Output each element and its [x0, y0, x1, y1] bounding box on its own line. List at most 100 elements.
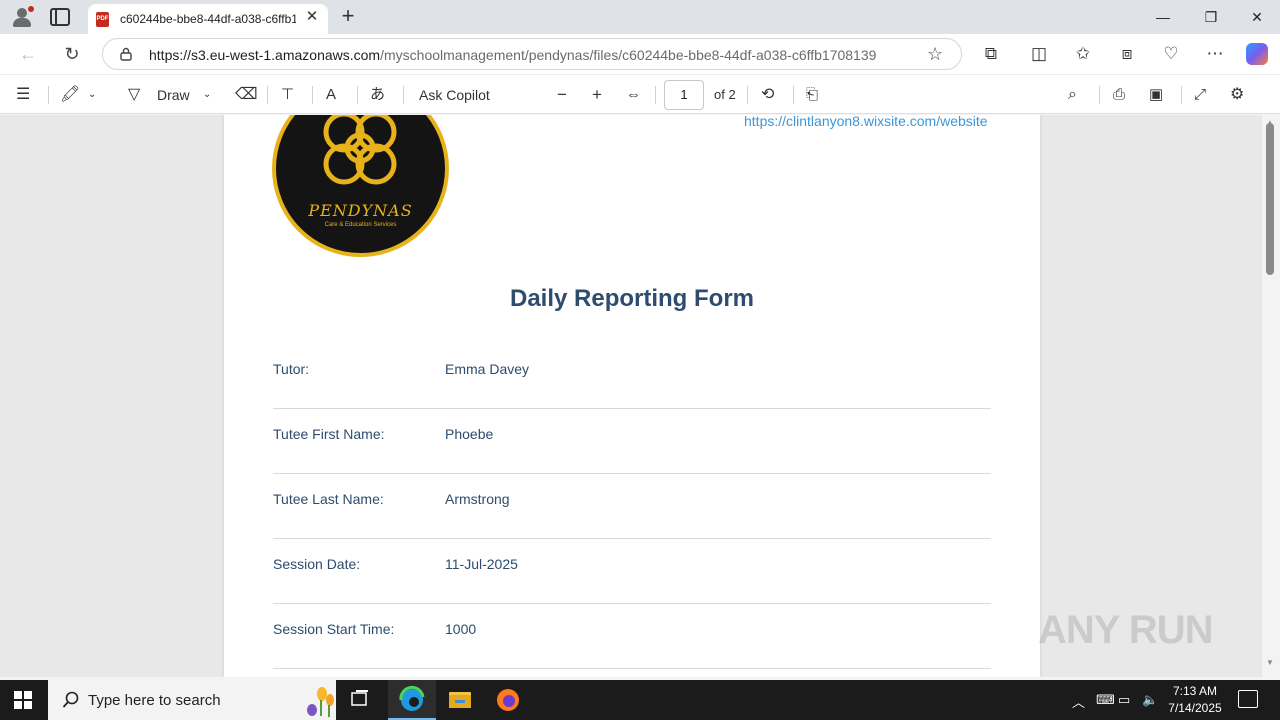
logo-brand-text: PENDYNAS — [308, 201, 413, 220]
pdf-toolbar: ☰ 🖍 ⌄ ▽ Draw ⌄ ⌫ ⊤ A あ Ask Copilot − + ⇔… — [0, 74, 1280, 114]
field-value: Armstrong — [445, 491, 510, 507]
favorites-icon[interactable]: ✩ — [1072, 43, 1094, 65]
form-row-tutee-first-name: Tutee First Name: Phoebe — [273, 409, 991, 474]
toolbar-divider — [655, 86, 656, 104]
taskbar-clock[interactable]: 7:13 AM 7/14/2025 — [1160, 683, 1230, 717]
url-text[interactable]: https://s3.eu-west-1.amazonaws.com/mysch… — [149, 47, 909, 63]
back-icon[interactable]: ← — [16, 42, 40, 66]
draw-icon[interactable]: ▽ — [128, 84, 140, 106]
page-view-icon[interactable]: ⎗ — [806, 84, 818, 106]
url-path: /myschoolmanagement/pendynas/files/c6024… — [380, 47, 877, 63]
tab-title: c60244be-bbe8-44df-a038-c6ffb1708139 — [120, 12, 296, 26]
pdf-viewer-area[interactable]: PENDYNAS Care & Education Services https… — [0, 115, 1262, 677]
profile-icon[interactable] — [10, 6, 34, 28]
network-icon[interactable]: ▭ — [1118, 692, 1130, 708]
add-text-icon[interactable]: ⊤ — [281, 84, 294, 106]
save-icon[interactable]: ▣ — [1149, 84, 1163, 106]
copilot-icon[interactable] — [1246, 43, 1268, 65]
refresh-icon[interactable]: ↻ — [60, 42, 84, 66]
browser-tab-strip: PDF c60244be-bbe8-44df-a038-c6ffb1708139… — [0, 0, 1280, 34]
toolbar-divider — [403, 86, 404, 104]
field-value: 1000 — [445, 621, 477, 637]
collections-icon[interactable]: ⧈ — [1116, 43, 1138, 65]
field-label: Session Date: — [273, 556, 361, 572]
draw-options-chevron-icon[interactable]: ⌄ — [203, 84, 211, 106]
fullscreen-icon[interactable]: ⤢ — [1194, 84, 1206, 106]
read-aloud-icon[interactable]: A — [326, 84, 336, 106]
split-screen-icon[interactable]: ◫ — [1028, 43, 1050, 65]
field-value: Phoebe — [445, 426, 494, 442]
rotate-icon[interactable]: ⟲ — [761, 84, 774, 106]
ask-copilot-button[interactable]: Ask Copilot — [419, 84, 490, 106]
toolbar-divider — [357, 86, 358, 104]
fit-to-page-icon[interactable]: ⇔ — [626, 84, 641, 106]
notifications-icon[interactable] — [1238, 690, 1258, 708]
field-value: 11-Jul-2025 — [445, 556, 518, 572]
tab-actions-icon[interactable] — [50, 8, 70, 26]
file-explorer-icon[interactable] — [436, 680, 484, 720]
scrollbar-thumb[interactable] — [1266, 123, 1274, 275]
logo-subtitle-text: Care & Education Services — [324, 222, 397, 228]
form-row-session-start-time: Session Start Time: 1000 — [273, 604, 991, 669]
edge-taskbar-icon[interactable] — [388, 680, 436, 720]
new-tab-icon[interactable]: + — [338, 5, 358, 27]
print-icon[interactable]: ⎙ — [1113, 84, 1125, 106]
search-icon[interactable]: ⌕ — [1068, 84, 1077, 106]
field-value: Emma Davey — [445, 361, 530, 377]
scroll-down-icon[interactable]: ▼ — [1266, 658, 1274, 667]
more-menu-icon[interactable]: ⋯ — [1204, 43, 1226, 65]
windows-taskbar: Type here to search ︿ ⌨ ▭ 🔈 7:13 AM 7/14… — [0, 680, 1280, 720]
search-highlight-flowers-icon — [307, 687, 334, 717]
eraser-icon[interactable]: ⌫ — [235, 84, 258, 106]
windows-start-icon[interactable] — [14, 691, 32, 709]
close-window-icon[interactable]: ✕ — [1234, 6, 1280, 28]
form-row-tutee-last-name: Tutee Last Name: Armstrong — [273, 474, 991, 539]
anyrun-watermark: ANY RUN — [1038, 608, 1214, 652]
contents-icon[interactable]: ☰ — [16, 84, 30, 106]
form-title: Daily Reporting Form — [509, 285, 755, 312]
form-row-session-date: Session Date: 11-Jul-2025 — [273, 539, 991, 604]
field-label: Tutee First Name: — [273, 426, 385, 442]
highlight-options-chevron-icon[interactable]: ⌄ — [88, 84, 96, 106]
taskbar-search-placeholder: Type here to search — [88, 692, 221, 709]
toolbar-divider — [312, 86, 313, 104]
browser-tab-active[interactable]: PDF c60244be-bbe8-44df-a038-c6ffb1708139… — [88, 4, 328, 34]
search-icon — [62, 691, 79, 708]
toolbar-divider — [793, 86, 794, 104]
firefox-icon[interactable] — [484, 680, 532, 720]
zoom-out-icon[interactable]: − — [557, 84, 567, 106]
toolbar-divider — [1099, 86, 1100, 104]
zoom-in-icon[interactable]: + — [592, 84, 602, 106]
favorite-star-icon[interactable]: ☆ — [927, 44, 943, 65]
website-link[interactable]: https://clintlanyon8.wixsite.com/website — [744, 115, 988, 129]
toolbar-divider — [267, 86, 268, 104]
clock-date: 7/14/2025 — [1168, 701, 1222, 715]
field-label: Tutee Last Name: — [273, 491, 384, 507]
volume-icon[interactable]: 🔈 — [1142, 692, 1158, 708]
address-bar[interactable]: https://s3.eu-west-1.amazonaws.com/mysch… — [102, 38, 962, 70]
translate-icon[interactable]: あ — [370, 84, 385, 106]
show-hidden-icons-chevron-icon[interactable]: ︿ — [1072, 692, 1085, 711]
pendynas-logo: PENDYNAS Care & Education Services — [272, 115, 449, 257]
celtic-knot-icon — [323, 115, 397, 185]
page-number-input[interactable]: 1 — [664, 80, 704, 110]
highlight-icon[interactable]: 🖍 — [60, 84, 80, 106]
minimize-icon[interactable]: — — [1140, 6, 1186, 28]
meet-now-icon[interactable]: ⌨ — [1096, 692, 1115, 708]
task-view-icon[interactable] — [336, 680, 384, 720]
toolbar-divider — [1181, 86, 1182, 104]
draw-button[interactable]: Draw — [157, 84, 190, 106]
vertical-scrollbar[interactable]: ▲ ▼ — [1262, 115, 1280, 677]
browser-essentials-icon[interactable]: ♡ — [1160, 43, 1182, 65]
url-host: https://s3.eu-west-1.amazonaws.com — [149, 47, 381, 63]
toolbar-divider — [48, 86, 49, 104]
taskbar-search-box[interactable]: Type here to search — [48, 680, 336, 720]
extensions-icon[interactable]: ⧉ — [980, 43, 1002, 65]
field-label: Session Start Time: — [273, 621, 395, 637]
address-bar-row: ← ↻ https://s3.eu-west-1.amazonaws.com/m… — [0, 34, 1280, 74]
close-tab-icon[interactable]: ✕ — [304, 9, 320, 25]
site-info-icon[interactable] — [119, 47, 133, 61]
settings-gear-icon[interactable]: ⚙ — [1230, 84, 1244, 106]
pdf-page: PENDYNAS Care & Education Services https… — [224, 115, 1040, 677]
restore-icon[interactable]: ❐ — [1188, 6, 1234, 28]
